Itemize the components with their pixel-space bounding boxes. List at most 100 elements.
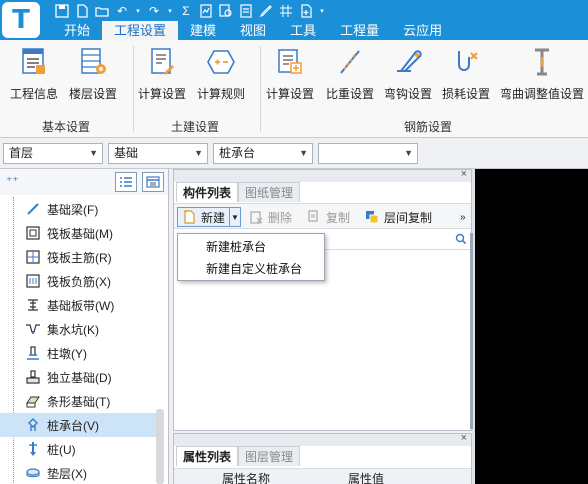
group-rebar-settings: 钢筋设置: [404, 120, 453, 134]
sum-icon[interactable]: Σ: [178, 3, 194, 19]
tab-project-settings[interactable]: 工程设置: [102, 21, 179, 40]
tab-modeling[interactable]: 建模: [178, 21, 228, 40]
nav-list: 基础梁(F) 筏板基础(M) 筏板主筋(R) 筏板负筋(X) 基础板带(W) 集…: [0, 197, 160, 484]
menu-tabs: 开始 工程设置 建模 视图 工具 工程量 云应用: [52, 21, 454, 40]
civil-calc-settings-button[interactable]: 计算设置: [138, 45, 186, 102]
floor-copy-icon: [364, 209, 380, 225]
tab-property-list[interactable]: 属性列表: [176, 446, 239, 466]
search-icon[interactable]: [455, 233, 467, 248]
project-info-button[interactable]: 工程信息: [10, 45, 58, 102]
nav-item-raft-main-rebar[interactable]: 筏板主筋(R): [0, 245, 160, 269]
loss-settings-button[interactable]: 损耗设置: [442, 45, 490, 102]
category-select[interactable]: 基础 ▼: [108, 143, 208, 164]
app-logo: T: [2, 2, 40, 38]
panel-header: ×: [174, 168, 471, 182]
undo-icon[interactable]: ↶: [114, 3, 130, 19]
grid-icon[interactable]: [278, 3, 294, 19]
floor-copy-button[interactable]: 层间复制: [364, 207, 432, 227]
new-file-icon[interactable]: [74, 3, 90, 19]
chevron-down-icon: ▼: [194, 148, 203, 158]
copy-icon: [306, 209, 322, 225]
nav-item-raft-foundation[interactable]: 筏板基础(M): [0, 221, 160, 245]
nav-scrollbar[interactable]: [156, 409, 164, 484]
tab-quantity[interactable]: 工程量: [328, 21, 391, 40]
menu-item-new-pile-cap[interactable]: 新建桩承台: [178, 236, 324, 258]
property-panel: × 属性列表 图层管理 属性名称 属性值: [173, 432, 472, 484]
more-icon[interactable]: »: [460, 207, 466, 227]
chevron-down-icon[interactable]: ▼: [229, 208, 240, 226]
nav-item-pile-cap[interactable]: 桩承台(V): [0, 413, 160, 437]
component-type-select[interactable]: 桩承台 ▼: [213, 143, 313, 164]
save-icon[interactable]: [54, 3, 70, 19]
property-table-header: 属性名称 属性值: [174, 468, 471, 484]
nav-item-pile[interactable]: 桩(U): [0, 437, 160, 461]
pit-icon: [24, 320, 42, 338]
tab-component-list[interactable]: 构件列表: [176, 182, 239, 202]
list-view-icon[interactable]: [115, 172, 137, 192]
menu-item-new-custom-pile-cap[interactable]: 新建自定义桩承台: [178, 258, 324, 280]
copy-button[interactable]: 复制: [306, 207, 350, 227]
component-select[interactable]: ▼: [318, 143, 418, 164]
floor-select[interactable]: 首层 ▼: [3, 143, 103, 164]
nav-item-cushion[interactable]: 垫层(X): [0, 461, 160, 484]
undo-dropdown-icon[interactable]: ▾: [134, 3, 142, 19]
weight-settings-icon: [333, 45, 367, 79]
close-icon[interactable]: ×: [461, 168, 467, 180]
new-button[interactable]: 新建 ▼: [177, 207, 241, 227]
hook-settings-button[interactable]: 弯钩设置: [384, 45, 432, 102]
open-folder-icon[interactable]: [94, 3, 110, 19]
nav-item-raft-neg-rebar[interactable]: 筏板负筋(X): [0, 269, 160, 293]
new-dropdown-menu: 新建桩承台 新建自定义桩承台: [177, 233, 325, 281]
report-icon[interactable]: [198, 3, 214, 19]
floor-settings-button[interactable]: 楼层设置: [69, 45, 117, 102]
redo-dropdown-icon[interactable]: ▾: [166, 3, 174, 19]
delete-button[interactable]: 删除: [248, 207, 292, 227]
filter-bar: 首层 ▼ 基础 ▼ 桩承台 ▼ ▼: [0, 139, 588, 169]
hook-settings-icon: [391, 45, 425, 79]
rebar-calc-icon: [273, 45, 307, 79]
tab-start[interactable]: 开始: [52, 21, 102, 40]
panel-header: ×: [174, 432, 471, 446]
calc-rules-icon: [204, 45, 238, 79]
bend-adjust-settings-button[interactable]: 弯曲调整值设置: [500, 45, 584, 102]
column-header-property-value: 属性值: [348, 472, 385, 484]
neg-rebar-icon: [24, 272, 42, 290]
nav-item-foundation-strip[interactable]: 基础板带(W): [0, 293, 160, 317]
tab-drawing-management[interactable]: 图纸管理: [238, 182, 301, 202]
property-panel-tabs: 属性列表 图层管理: [176, 446, 301, 466]
tab-layer-management[interactable]: 图层管理: [238, 446, 301, 466]
weight-settings-button[interactable]: 比重设置: [326, 45, 374, 102]
drawing-canvas[interactable]: [475, 169, 588, 484]
query-icon[interactable]: [218, 3, 234, 19]
nav-item-isolated-footing[interactable]: 独立基础(D): [0, 365, 160, 389]
nav-item-sump-pit[interactable]: 集水坑(K): [0, 317, 160, 341]
nav-item-foundation-beam[interactable]: 基础梁(F): [0, 197, 160, 221]
component-list-panel: × 构件列表 图纸管理 新建 ▼ 删除 复制 层间复制 »: [173, 168, 472, 431]
rebar-calc-settings-button[interactable]: 计算设置: [266, 45, 314, 102]
delete-icon: [248, 209, 264, 225]
tab-view[interactable]: 视图: [228, 21, 278, 40]
component-list-scrollbar[interactable]: [470, 233, 473, 429]
component-toolbar: 新建 ▼ 删除 复制 层间复制 »: [174, 203, 471, 229]
cushion-icon: [24, 464, 42, 482]
tab-tools[interactable]: 工具: [278, 21, 328, 40]
customize-dropdown-icon[interactable]: ▾: [318, 3, 326, 19]
strip-icon: [24, 296, 42, 314]
add-file-icon[interactable]: [298, 3, 314, 19]
redo-icon[interactable]: ↷: [146, 3, 162, 19]
expand-icon[interactable]: ⁺⁺: [6, 174, 19, 188]
nav-item-strip-footing[interactable]: 条形基础(T): [0, 389, 160, 413]
pile-cap-icon: [24, 416, 42, 434]
calc-icon[interactable]: [238, 3, 254, 19]
calc-rules-button[interactable]: 计算规则: [197, 45, 245, 102]
search-input[interactable]: [318, 232, 471, 250]
close-icon[interactable]: ×: [461, 432, 467, 444]
tab-cloud[interactable]: 云应用: [391, 21, 454, 40]
table-view-icon[interactable]: [142, 172, 164, 192]
rebar-grid-icon: [24, 248, 42, 266]
calc-settings-icon: [145, 45, 179, 79]
pen-icon[interactable]: [258, 3, 274, 19]
nav-item-column-pier[interactable]: 柱墩(Y): [0, 341, 160, 365]
beam-icon: [24, 200, 42, 218]
loss-settings-icon: [449, 45, 483, 79]
